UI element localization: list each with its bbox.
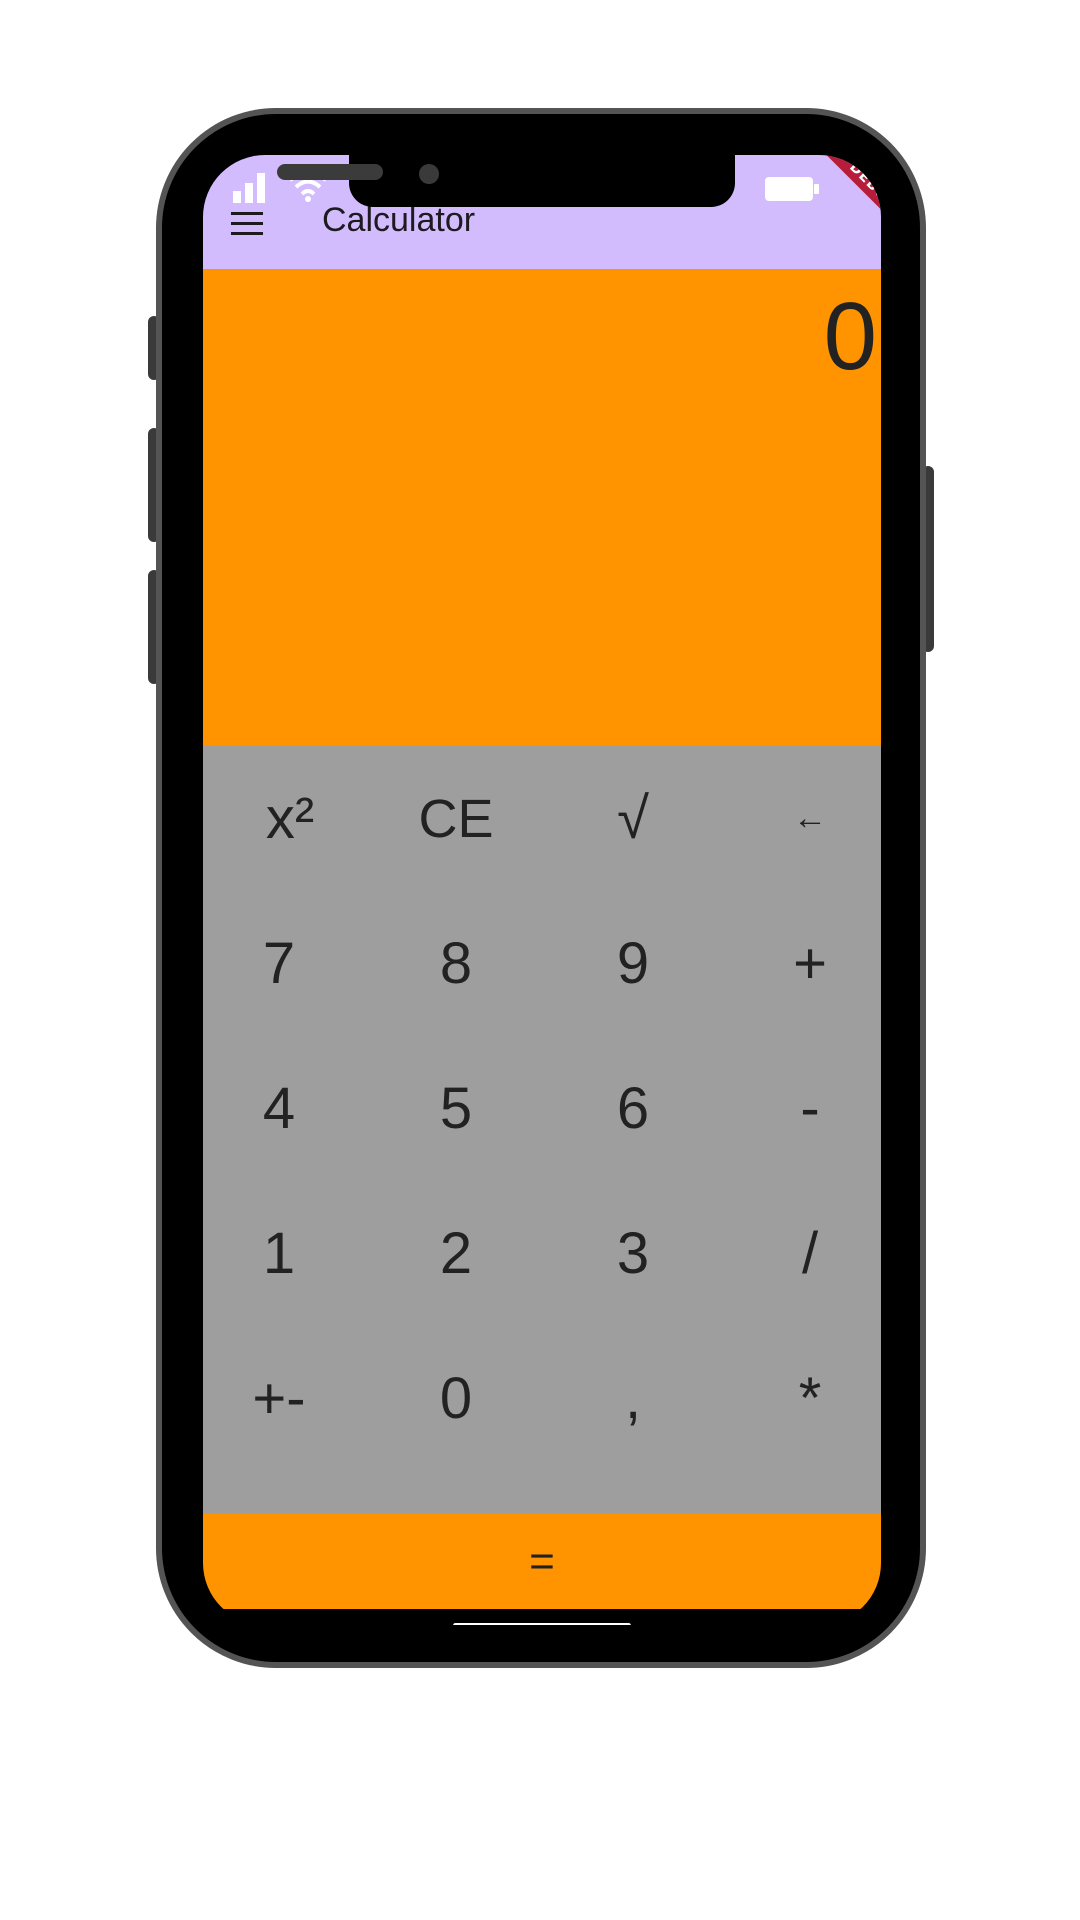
equals-button[interactable]: =	[203, 1514, 881, 1609]
key-minus[interactable]: -	[730, 1036, 881, 1181]
key-digit-3[interactable]: 3	[553, 1181, 713, 1326]
debug-banner: DEBUG	[822, 155, 881, 237]
device-screen: Calculator DEBUG 0 x² CE √ ← 7 8 + 9 4 5…	[203, 155, 881, 1625]
key-digit-8[interactable]: 8	[376, 891, 536, 1036]
key-divide[interactable]: /	[730, 1181, 881, 1326]
key-plus[interactable]: +	[730, 891, 881, 1036]
device-speaker	[277, 164, 383, 180]
key-decimal[interactable]: ,	[553, 1326, 713, 1471]
key-digit-9[interactable]: 9	[553, 891, 713, 1036]
key-clear-entry[interactable]: CE	[376, 746, 536, 891]
key-digit-0[interactable]: 0	[376, 1326, 536, 1471]
device-notch	[349, 155, 735, 207]
key-digit-4[interactable]: 4	[203, 1036, 359, 1181]
result-display: 0	[203, 269, 881, 746]
key-digit-7[interactable]: 7	[203, 891, 359, 1036]
key-square[interactable]: x²	[210, 746, 370, 891]
cellular-signal-icon	[233, 173, 265, 203]
key-multiply[interactable]: *	[730, 1326, 881, 1471]
key-digit-5[interactable]: 5	[376, 1036, 536, 1181]
battery-icon	[765, 177, 819, 201]
key-backspace[interactable]: ←	[730, 746, 881, 891]
keypad: x² CE √ ← 7 8 + 9 4 5 6 - 1 2 3 / +- 0 ,…	[203, 746, 881, 1514]
home-indicator[interactable]	[453, 1623, 631, 1625]
key-digit-2[interactable]: 2	[376, 1181, 536, 1326]
key-negate[interactable]: +-	[203, 1326, 359, 1471]
key-square-root[interactable]: √	[553, 746, 713, 891]
key-digit-6[interactable]: 6	[553, 1036, 713, 1181]
display-value: 0	[823, 283, 877, 390]
device-front-camera	[419, 164, 439, 184]
hamburger-menu-icon[interactable]	[231, 212, 263, 236]
key-digit-1[interactable]: 1	[203, 1181, 359, 1326]
